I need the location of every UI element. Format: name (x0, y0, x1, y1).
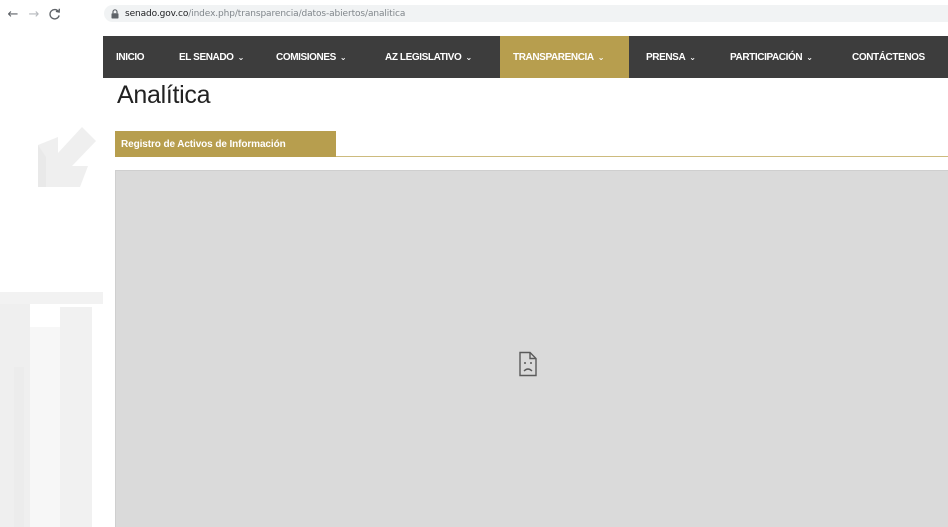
tab-registro-activos[interactable]: Registro de Activos de Información (115, 131, 336, 157)
nav-label: PARTICIPACIÓN (730, 51, 803, 63)
lock-icon[interactable] (109, 8, 121, 20)
reload-icon[interactable] (43, 3, 65, 25)
main-navigation: INICIO EL SENADO ⌄ COMISIONES ⌄ AZ LEGIS… (103, 36, 948, 78)
chevron-down-icon: ⌄ (689, 52, 696, 62)
nav-label: CONTÁCTENOS (852, 51, 925, 63)
forward-arrow-icon[interactable]: → (23, 3, 45, 25)
back-arrow-icon[interactable]: ← (2, 3, 24, 25)
address-bar[interactable]: senado.gov.co/index.php/transparencia/da… (104, 5, 948, 22)
nav-item-inicio[interactable]: INICIO (103, 36, 163, 78)
chevron-down-icon: ⌄ (597, 52, 605, 62)
embedded-report-frame[interactable] (115, 170, 948, 527)
nav-item-participacion[interactable]: PARTICIPACIÓN ⌄ (715, 36, 838, 78)
left-decoration (0, 27, 103, 527)
nav-item-transparencia[interactable]: TRANSPARENCIA ⌄ (500, 36, 629, 78)
nav-label: PRENSA (646, 51, 686, 63)
nav-item-prensa[interactable]: PRENSA ⌄ (629, 36, 715, 78)
nav-item-az-legislativo[interactable]: AZ LEGISLATIVO ⌄ (372, 36, 500, 78)
chevron-down-icon: ⌄ (806, 52, 813, 62)
nav-label: EL SENADO (179, 51, 234, 63)
nav-label: COMISIONES (276, 51, 336, 63)
nav-label: INICIO (116, 51, 145, 63)
page-title: Analítica (117, 81, 211, 109)
browser-toolbar: ← → senado.gov.co/index.php/transparenci… (0, 0, 948, 27)
chevron-down-icon: ⌄ (465, 52, 472, 62)
chevron-down-icon: ⌄ (237, 52, 245, 62)
nav-item-el-senado[interactable]: EL SENADO ⌄ (163, 36, 262, 78)
nav-item-comisiones[interactable]: COMISIONES ⌄ (262, 36, 372, 78)
nav-label: TRANSPARENCIA (513, 51, 594, 63)
url-text: senado.gov.co/index.php/transparencia/da… (125, 8, 406, 19)
site-main: INICIO EL SENADO ⌄ COMISIONES ⌄ AZ LEGIS… (103, 36, 948, 527)
broken-document-icon (519, 351, 537, 377)
nav-item-contactenos[interactable]: CONTÁCTENOS (838, 36, 948, 78)
tab-bar: Registro de Activos de Información (115, 131, 948, 157)
nav-label: AZ LEGISLATIVO (385, 51, 462, 63)
chevron-down-icon: ⌄ (339, 52, 347, 62)
